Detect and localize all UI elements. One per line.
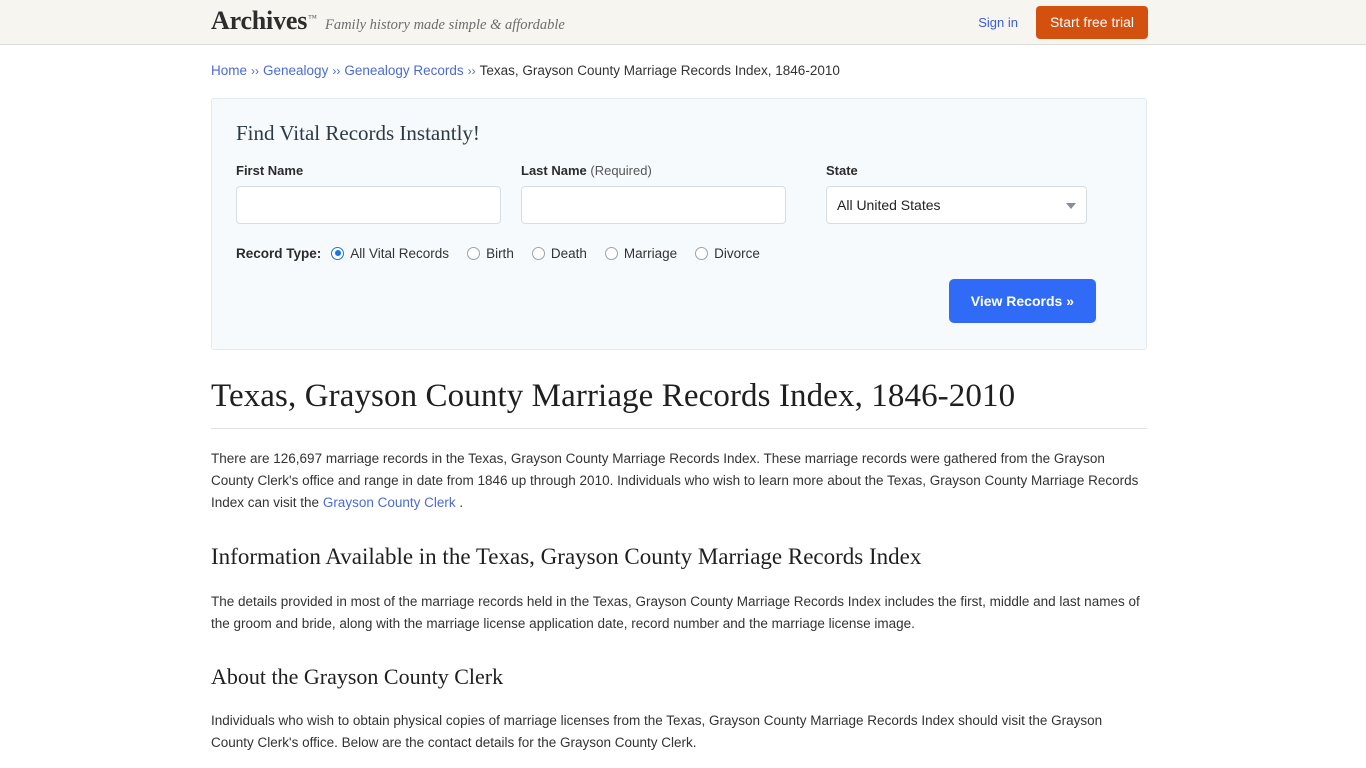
submit-row: View Records » xyxy=(236,278,1122,323)
start-free-trial-button[interactable]: Start free trial xyxy=(1035,6,1148,39)
last-name-field-group: Last Name (Required) xyxy=(521,164,786,224)
site-header: Archives ™ Family history made simple & … xyxy=(0,0,1366,45)
section-body-about-the-clerk: Individuals who wish to obtain physical … xyxy=(211,713,1103,751)
first-name-label: First Name xyxy=(236,162,304,178)
brand-name: Archives xyxy=(211,6,308,35)
vital-records-search-panel: Find Vital Records Instantly! First Name… xyxy=(211,97,1147,350)
record-type-option-birth[interactable]: Birth xyxy=(467,246,514,261)
record-type-option-divorce[interactable]: Divorce xyxy=(695,246,760,261)
last-name-required-note: (Required) xyxy=(590,162,652,178)
radio-icon[interactable] xyxy=(604,246,618,260)
record-type-option-label: Birth xyxy=(486,245,514,261)
record-type-option-label: Marriage xyxy=(623,245,678,261)
breadcrumb-separator-icon: ›› xyxy=(251,64,260,78)
breadcrumb-separator-icon: ›› xyxy=(467,64,476,78)
record-type-option-label: Divorce xyxy=(714,245,760,261)
record-type-option-label: Death xyxy=(550,245,587,261)
search-panel-title: Find Vital Records Instantly! xyxy=(236,120,480,145)
last-name-input[interactable] xyxy=(521,185,786,224)
sign-in-link[interactable]: Sign in xyxy=(978,6,1018,39)
record-type-option-marriage[interactable]: Marriage xyxy=(604,245,678,261)
intro-text-part2: . xyxy=(455,494,464,510)
last-name-label: Last Name (Required) xyxy=(521,164,786,177)
section-heading-about-the-clerk: About the Grayson County Clerk xyxy=(211,663,504,689)
breadcrumb-item-home[interactable]: Home xyxy=(211,63,247,78)
section-body-information-available: The details provided in most of the marr… xyxy=(211,593,1140,631)
intro-paragraph: There are 126,697 marriage records in th… xyxy=(211,448,1141,514)
breadcrumb-item-genealogy-records[interactable]: Genealogy Records xyxy=(344,63,463,78)
breadcrumb: Home ›› Genealogy ›› Genealogy Records ›› Texa… xyxy=(211,45,1147,78)
record-type-label: Record Type: xyxy=(236,245,322,261)
last-name-label-text: Last Name xyxy=(521,162,587,178)
trademark-icon: ™ xyxy=(308,13,317,23)
record-type-option-all-vital-records[interactable]: All Vital Records xyxy=(331,246,449,261)
first-name-input[interactable] xyxy=(236,185,501,224)
state-label: State xyxy=(826,162,858,178)
grayson-county-clerk-link[interactable]: Grayson County Clerk xyxy=(323,495,456,510)
state-selected-value: All United States xyxy=(837,196,941,213)
section-heading-information-available: Information Available in the Texas, Gray… xyxy=(211,543,922,569)
first-name-field-group: First Name xyxy=(236,164,501,224)
record-type-option-death[interactable]: Death xyxy=(531,245,587,261)
record-type-option-label: All Vital Records xyxy=(350,245,450,261)
state-field-group: State All United States xyxy=(826,164,1087,224)
state-select-wrapper: All United States xyxy=(826,185,1087,224)
article: Texas, Grayson County Marriage Records I… xyxy=(211,376,1147,768)
record-type-row: Record Type: All Vital Records Birth Dea… xyxy=(236,246,1122,261)
header-inner: Archives ™ Family history made simple & … xyxy=(0,0,1366,45)
page-body: Home ›› Genealogy ›› Genealogy Records ›› Texa… xyxy=(0,45,1366,768)
site-logo[interactable]: Archives ™ Family history made simple & … xyxy=(211,8,565,34)
breadcrumb-item-current: Texas, Grayson County Marriage Records I… xyxy=(479,63,840,78)
header-actions: Sign in Start free trial xyxy=(978,6,1148,39)
radio-icon[interactable] xyxy=(695,246,709,260)
radio-icon[interactable] xyxy=(331,246,345,260)
state-select[interactable]: All United States xyxy=(826,185,1087,224)
radio-icon[interactable] xyxy=(531,246,545,260)
brand-tagline: Family history made simple & affordable xyxy=(324,17,565,33)
search-fields-row: First Name Last Name (Required) State Al… xyxy=(236,164,1122,224)
content-column: Home ›› Genealogy ›› Genealogy Records ›› Texa… xyxy=(211,45,1147,768)
page-title: Texas, Grayson County Marriage Records I… xyxy=(211,377,1016,414)
title-divider xyxy=(211,427,1147,429)
radio-icon[interactable] xyxy=(467,246,481,260)
view-records-button[interactable]: View Records » xyxy=(948,278,1096,323)
breadcrumb-separator-icon: ›› xyxy=(332,64,341,78)
breadcrumb-item-genealogy[interactable]: Genealogy xyxy=(263,63,328,78)
